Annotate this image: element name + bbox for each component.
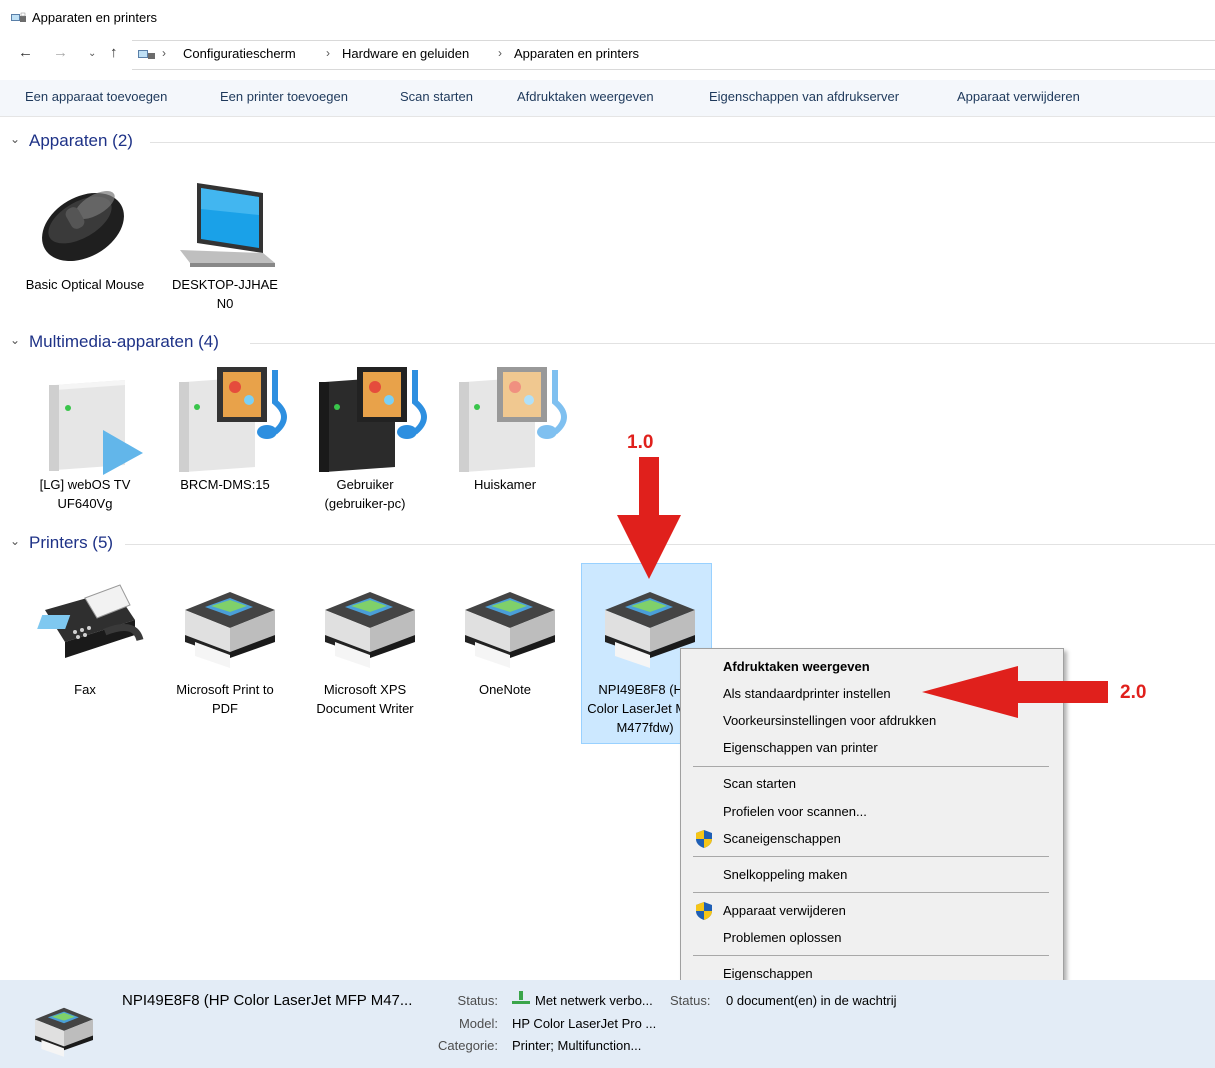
window-title: Apparaten en printers bbox=[32, 10, 158, 25]
printer-icon bbox=[35, 1007, 93, 1057]
control-panel-icon bbox=[138, 50, 155, 59]
details-pane: NPI49E8F8 (HP Color LaserJet MFP M47... … bbox=[0, 980, 1215, 1068]
printer-icon bbox=[185, 592, 275, 668]
details-model-key: Model: bbox=[458, 1016, 498, 1031]
group-header-printers[interactable]: ⌄ Printers (5) bbox=[10, 533, 1215, 555]
collapse-chevron-icon[interactable]: ⌄ bbox=[10, 132, 20, 146]
menu-item-properties[interactable]: Eigenschappen bbox=[723, 966, 813, 981]
view-print-jobs-button[interactable]: Afdruktaken weergeven bbox=[517, 89, 654, 104]
group-header-apparaten[interactable]: ⌄ Apparaten (2) bbox=[10, 131, 1215, 153]
printer-icon bbox=[465, 592, 555, 668]
breadcrumb-apparaten-printers[interactable]: Apparaten en printers bbox=[514, 46, 639, 61]
fax-icon bbox=[37, 584, 144, 658]
devices-printers-icon bbox=[11, 12, 26, 22]
forward-arrow-icon[interactable]: → bbox=[53, 44, 68, 61]
details-title: NPI49E8F8 (HP Color LaserJet MFP M47... bbox=[122, 992, 413, 1009]
back-arrow-icon[interactable]: ← bbox=[18, 44, 33, 61]
media-server-icon bbox=[49, 380, 143, 475]
details-category-value: Printer; Multifunction... bbox=[512, 1038, 642, 1053]
device-label: DESKTOP-JJHAE N0 bbox=[172, 277, 278, 311]
media-server-icon bbox=[459, 367, 567, 472]
breadcrumb-configuratiescherm[interactable]: Configuratiescherm bbox=[183, 46, 296, 61]
breadcrumb-separator-icon: › bbox=[326, 46, 330, 60]
group-divider bbox=[150, 142, 1215, 143]
details-status-value: Met netwerk verbo... bbox=[535, 993, 653, 1008]
uac-shield-icon bbox=[696, 902, 712, 920]
group-divider bbox=[250, 343, 1215, 344]
menu-item-set-default-printer[interactable]: Als standaardprinter instellen bbox=[723, 686, 891, 701]
annotation-label-1: 1.0 bbox=[627, 432, 654, 453]
menu-item-start-scan[interactable]: Scan starten bbox=[723, 776, 796, 791]
collapse-chevron-icon[interactable]: ⌄ bbox=[10, 534, 20, 548]
menu-item-scan-properties[interactable]: Scaneigenschappen bbox=[723, 831, 841, 846]
command-bar: Een apparaat toevoegen Een printer toevo… bbox=[0, 80, 1215, 117]
up-arrow-icon[interactable]: ↑ bbox=[110, 44, 118, 61]
laptop-icon bbox=[180, 183, 275, 267]
menu-item-scan-profiles[interactable]: Profielen voor scannen... bbox=[723, 804, 867, 819]
breadcrumb-separator-icon: › bbox=[498, 46, 502, 60]
media-server-icon bbox=[319, 367, 427, 472]
annotation-label-2: 2.0 bbox=[1120, 682, 1147, 703]
printer-label: OneNote bbox=[478, 682, 532, 697]
details-category-key: Categorie: bbox=[438, 1038, 498, 1053]
start-scan-button[interactable]: Scan starten bbox=[400, 89, 473, 104]
media-device-label: BRCM-DMS:15 bbox=[180, 477, 270, 492]
menu-separator bbox=[693, 856, 1049, 857]
details-status2-value: 0 document(en) in de wachtrij bbox=[726, 993, 897, 1008]
annotation-arrow-left-icon bbox=[922, 666, 1108, 718]
menu-item-troubleshoot[interactable]: Problemen oplossen bbox=[723, 930, 842, 945]
menu-item-create-shortcut[interactable]: Snelkoppeling maken bbox=[723, 867, 847, 882]
device-label: Basic Optical Mouse bbox=[25, 277, 145, 292]
printer-label: Microsoft XPS Document Writer bbox=[316, 682, 414, 716]
print-server-properties-button[interactable]: Eigenschappen van afdrukserver bbox=[709, 89, 899, 104]
address-bar[interactable]: › Configuratiescherm › Hardware en gelui… bbox=[132, 40, 1215, 70]
menu-separator bbox=[693, 766, 1049, 767]
recent-locations-chevron-icon[interactable]: ⌄ bbox=[88, 48, 96, 59]
media-device-label: [LG] webOS TV UF640Vg bbox=[39, 477, 131, 511]
details-status2-key: Status: bbox=[670, 993, 711, 1008]
group-title: Printers (5) bbox=[29, 533, 114, 552]
menu-separator bbox=[693, 892, 1049, 893]
menu-item-printer-properties[interactable]: Eigenschappen van printer bbox=[723, 740, 878, 755]
printer-label: Fax bbox=[74, 682, 96, 697]
menu-item-printing-preferences[interactable]: Voorkeursinstellingen voor afdrukken bbox=[723, 713, 936, 728]
uac-shield-icon bbox=[696, 830, 712, 848]
title-bar: Apparaten en printers bbox=[0, 0, 1215, 34]
network-icon bbox=[512, 991, 530, 1004]
group-title: Apparaten (2) bbox=[29, 131, 133, 150]
add-printer-button[interactable]: Een printer toevoegen bbox=[220, 89, 348, 104]
details-status-key: Status: bbox=[457, 993, 498, 1008]
add-device-button[interactable]: Een apparaat toevoegen bbox=[25, 89, 167, 104]
details-model-value: HP Color LaserJet Pro ... bbox=[512, 1016, 657, 1031]
annotation-arrow-down-icon bbox=[617, 457, 681, 579]
media-device-label: Gebruiker (gebruiker-pc) bbox=[324, 477, 406, 511]
group-title: Multimedia-apparaten (4) bbox=[29, 332, 219, 351]
printer-label: Microsoft Print to PDF bbox=[176, 682, 274, 716]
breadcrumb-separator-icon: › bbox=[162, 46, 166, 60]
mouse-icon bbox=[42, 191, 124, 262]
menu-item-remove-device[interactable]: Apparaat verwijderen bbox=[723, 903, 846, 918]
remove-device-button[interactable]: Apparaat verwijderen bbox=[957, 89, 1080, 104]
menu-item-view-print-jobs[interactable]: Afdruktaken weergeven bbox=[723, 659, 870, 674]
breadcrumb-hardware[interactable]: Hardware en geluiden bbox=[342, 46, 469, 61]
printer-icon bbox=[325, 592, 415, 668]
group-header-multimedia[interactable]: ⌄ Multimedia-apparaten (4) bbox=[10, 332, 1215, 354]
media-server-icon bbox=[179, 367, 287, 472]
collapse-chevron-icon[interactable]: ⌄ bbox=[10, 333, 20, 347]
menu-separator bbox=[693, 955, 1049, 956]
media-device-label: Huiskamer bbox=[473, 477, 537, 492]
